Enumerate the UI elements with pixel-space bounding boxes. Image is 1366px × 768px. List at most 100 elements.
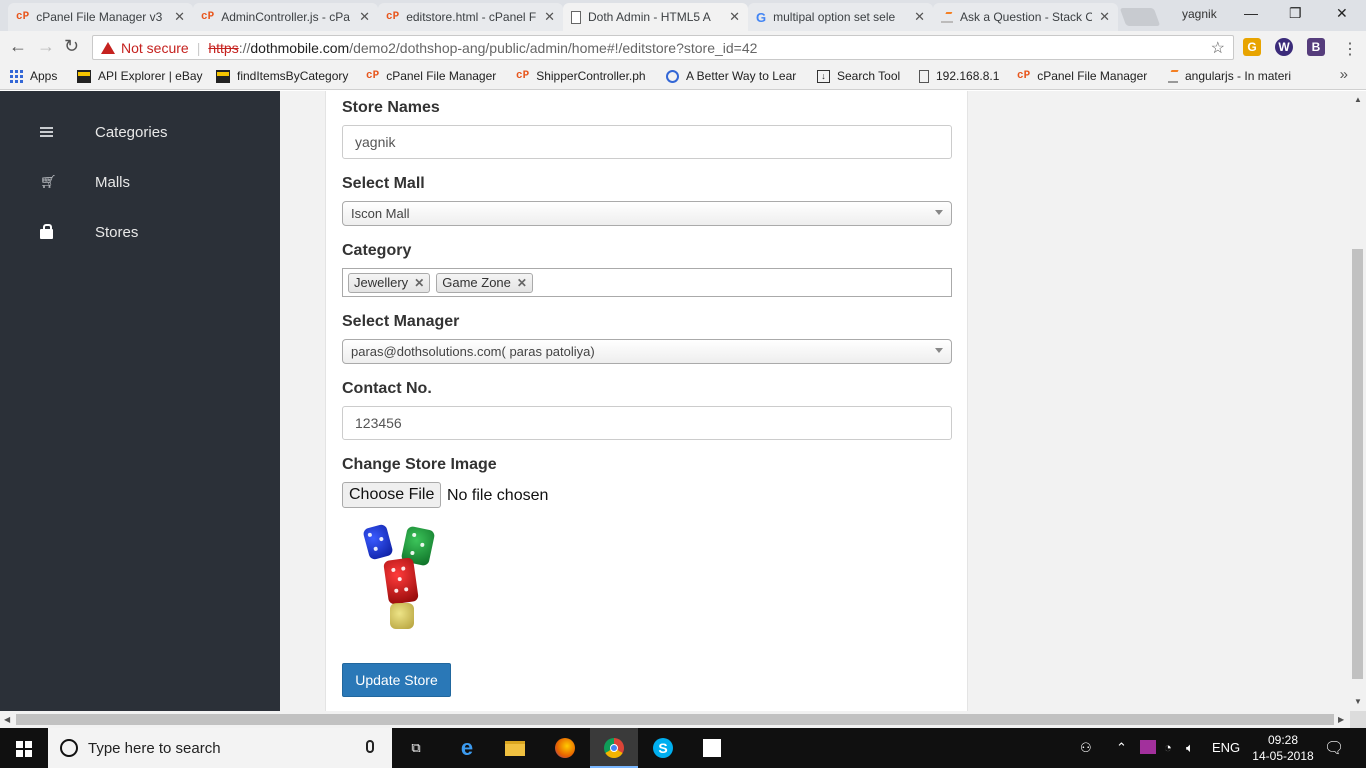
extension-icon[interactable]: W bbox=[1275, 38, 1293, 56]
new-tab-button[interactable] bbox=[1119, 8, 1161, 26]
reload-icon[interactable]: ↻ bbox=[64, 36, 79, 57]
choose-file-button[interactable]: Choose File bbox=[342, 482, 442, 508]
cpanel-icon: cP bbox=[366, 70, 380, 82]
dropdown-arrow-icon bbox=[935, 348, 943, 353]
chip-label: Jewellery bbox=[354, 275, 409, 290]
close-window-icon[interactable]: ✕ bbox=[1336, 5, 1348, 22]
page-icon bbox=[919, 69, 929, 83]
close-tab-icon[interactable]: ✕ bbox=[914, 9, 925, 25]
bookmark-item[interactable]: angularjs - In materi bbox=[1168, 69, 1291, 83]
bookmark-item[interactable]: A Better Way to Lear bbox=[666, 69, 796, 83]
people-icon[interactable]: ⚇ bbox=[1080, 740, 1092, 756]
scroll-down-icon[interactable]: ▼ bbox=[1354, 697, 1362, 706]
download-icon: ↓ bbox=[817, 69, 830, 83]
show-hidden-icons-icon[interactable]: ⌃ bbox=[1116, 740, 1127, 756]
app-tray-icon[interactable] bbox=[1140, 740, 1156, 757]
back-icon[interactable]: ← bbox=[9, 36, 27, 57]
apps-grid-icon bbox=[10, 69, 23, 83]
clock-time: 09:28 bbox=[1267, 733, 1299, 747]
browser-tab[interactable]: cP AdminController.js - cPa ✕ bbox=[193, 3, 378, 31]
taskbar-search-box[interactable]: Type here to search bbox=[48, 728, 392, 768]
microphone-icon[interactable] bbox=[366, 740, 374, 753]
category-chip: Jewellery ✕ bbox=[348, 272, 431, 293]
bookmark-label: API Explorer | eBay bbox=[98, 69, 203, 83]
minimize-icon[interactable]: — bbox=[1244, 5, 1258, 21]
close-tab-icon[interactable]: ✕ bbox=[174, 9, 185, 25]
bookmark-item[interactable]: cP ShipperController.ph bbox=[516, 69, 646, 83]
bookmark-item[interactable]: ↓ Search Tool bbox=[817, 69, 900, 83]
store-image-label: Change Store Image bbox=[342, 456, 497, 473]
restore-icon[interactable]: ❐ bbox=[1289, 5, 1302, 22]
bookmark-star-icon[interactable]: ☆ bbox=[1211, 38, 1225, 58]
task-view-icon[interactable]: ⧉ bbox=[404, 736, 428, 760]
network-icon[interactable]: ◔ bbox=[1164, 740, 1172, 755]
extension-icon[interactable]: G bbox=[1243, 38, 1261, 56]
url-host: dothmobile.com bbox=[250, 39, 350, 56]
bookmark-label: 192.168.8.1 bbox=[936, 69, 1000, 83]
sidebar-item-stores[interactable]: Stores bbox=[0, 217, 280, 247]
close-tab-icon[interactable]: ✕ bbox=[1099, 9, 1110, 25]
mall-select[interactable]: Iscon Mall bbox=[342, 201, 952, 226]
scrollbar-thumb[interactable] bbox=[1352, 249, 1363, 679]
sidebar-item-categories[interactable]: Categories bbox=[0, 117, 280, 147]
browser-tab[interactable]: G multipal option set sele ✕ bbox=[748, 3, 933, 31]
taskbar-clock[interactable]: 09:28 14-05-2018 bbox=[1252, 732, 1314, 764]
cpanel-icon: cP bbox=[1017, 70, 1031, 82]
tab-title: editstore.html - cPanel F bbox=[406, 10, 537, 24]
forward-icon[interactable]: → bbox=[37, 36, 55, 57]
remove-chip-icon[interactable]: ✕ bbox=[517, 276, 527, 290]
bookmark-item[interactable]: API Explorer | eBay bbox=[77, 69, 203, 83]
close-tab-icon[interactable]: ✕ bbox=[359, 9, 370, 25]
chrome-icon[interactable] bbox=[602, 736, 626, 760]
sidebar-item-label: Malls bbox=[95, 173, 131, 191]
scrollbar-thumb[interactable] bbox=[16, 714, 1334, 725]
volume-icon[interactable]: 🔈︎ bbox=[1186, 740, 1194, 756]
vertical-scrollbar[interactable]: ▲ ▼ bbox=[1350, 91, 1366, 711]
security-label[interactable]: Not secure bbox=[121, 40, 189, 56]
sticky-notes-icon[interactable] bbox=[700, 736, 724, 760]
language-indicator[interactable]: ENG bbox=[1212, 740, 1240, 755]
store-name-input[interactable] bbox=[342, 125, 952, 159]
category-multiselect[interactable]: Jewellery ✕ Game Zone ✕ bbox=[342, 268, 952, 297]
skype-icon[interactable]: S bbox=[651, 736, 675, 760]
bookmark-item[interactable]: cP cPanel File Manager bbox=[366, 69, 496, 83]
edge-icon[interactable]: e bbox=[455, 735, 479, 760]
bookmark-item[interactable]: findItemsByCategory bbox=[216, 69, 348, 83]
sidebar-item-malls[interactable]: 🛒︎ Malls bbox=[0, 167, 280, 197]
close-tab-icon[interactable]: ✕ bbox=[544, 9, 555, 25]
bookmark-label: Apps bbox=[30, 69, 58, 83]
bookmark-apps[interactable]: Apps bbox=[10, 69, 57, 83]
page-viewport: Categories 🛒︎ Malls Stores Store Names S… bbox=[0, 91, 1350, 711]
browser-tab[interactable]: cP editstore.html - cPanel F ✕ bbox=[378, 3, 563, 31]
url-separator: :// bbox=[238, 39, 251, 56]
scroll-right-icon[interactable]: ▶ bbox=[1338, 715, 1344, 724]
scroll-up-icon[interactable]: ▲ bbox=[1354, 95, 1362, 104]
file-explorer-icon[interactable] bbox=[503, 736, 527, 760]
stackoverflow-icon bbox=[941, 11, 953, 23]
bookmark-label: A Better Way to Lear bbox=[686, 69, 797, 83]
edit-store-form: Store Names Select Mall Iscon Mall Categ… bbox=[325, 91, 968, 711]
extension-icon[interactable]: B bbox=[1307, 38, 1325, 56]
windows-start-icon[interactable] bbox=[16, 741, 32, 757]
update-store-button[interactable]: Update Store bbox=[342, 663, 451, 697]
manager-select[interactable]: paras@dothsolutions.com( paras patoliya) bbox=[342, 339, 952, 364]
menu-icon[interactable]: ⋮ bbox=[1342, 39, 1358, 59]
address-bar[interactable]: Not secure | https :// dothmobile.com /d… bbox=[92, 35, 1234, 60]
scroll-left-icon[interactable]: ◀ bbox=[4, 715, 10, 724]
browser-tab-active[interactable]: Doth Admin - HTML5 A ✕ bbox=[563, 3, 748, 31]
notifications-icon[interactable]: 🗨︎ bbox=[1324, 738, 1344, 758]
browser-tab[interactable]: cP cPanel File Manager v3 ✕ bbox=[8, 3, 193, 31]
bookmark-item[interactable]: cP cPanel File Manager bbox=[1017, 69, 1147, 83]
profile-name[interactable]: yagnik bbox=[1182, 7, 1217, 21]
dropdown-arrow-icon bbox=[935, 210, 943, 215]
browser-tab[interactable]: Ask a Question - Stack O ✕ bbox=[933, 3, 1118, 31]
horizontal-scrollbar[interactable]: ◀ ▶ bbox=[0, 711, 1350, 728]
more-bookmarks-icon[interactable]: » bbox=[1340, 66, 1348, 83]
contact-input[interactable] bbox=[342, 406, 952, 440]
sidebar-item-label: Categories bbox=[95, 123, 168, 141]
bookmark-item[interactable]: 192.168.8.1 bbox=[919, 69, 999, 83]
firefox-icon[interactable] bbox=[553, 736, 577, 760]
cpanel-icon: cP bbox=[201, 11, 215, 23]
remove-chip-icon[interactable]: ✕ bbox=[414, 276, 424, 290]
close-tab-icon[interactable]: ✕ bbox=[729, 9, 740, 25]
